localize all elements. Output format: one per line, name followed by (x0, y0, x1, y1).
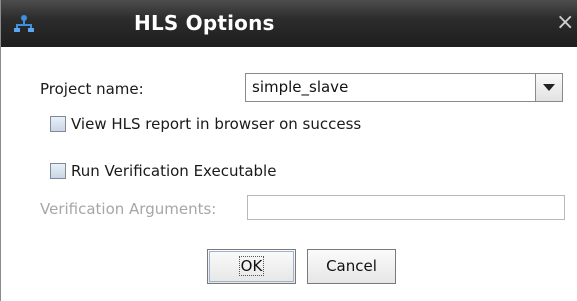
hls-options-dialog: HLS Options × Project name: simple_slave… (0, 0, 577, 301)
title-bar[interactable]: HLS Options × (1, 0, 577, 47)
ok-button-label: OK (238, 256, 265, 276)
verification-arguments-input[interactable] (247, 195, 565, 220)
run-verification-checkbox[interactable] (50, 163, 66, 179)
verification-arguments-label: Verification Arguments: (40, 200, 217, 218)
view-report-option[interactable]: View HLS report in browser on success (50, 115, 361, 133)
run-verification-option[interactable]: Run Verification Executable (50, 162, 276, 180)
project-name-value: simple_slave (252, 78, 349, 96)
cancel-button[interactable]: Cancel (307, 249, 396, 284)
ok-button[interactable]: OK (207, 249, 296, 284)
project-name-dropdown[interactable]: simple_slave (245, 73, 563, 102)
dialog-title: HLS Options (134, 11, 275, 35)
close-icon[interactable]: × (556, 11, 574, 35)
network-icon (14, 15, 34, 32)
view-report-label: View HLS report in browser on success (71, 115, 362, 133)
chevron-down-icon (543, 84, 555, 91)
dialog-content: Project name: simple_slave View HLS repo… (1, 47, 577, 301)
view-report-checkbox[interactable] (50, 116, 66, 132)
run-verification-label: Run Verification Executable (71, 162, 277, 180)
project-name-label: Project name: (40, 80, 144, 98)
dropdown-button[interactable] (535, 74, 562, 101)
